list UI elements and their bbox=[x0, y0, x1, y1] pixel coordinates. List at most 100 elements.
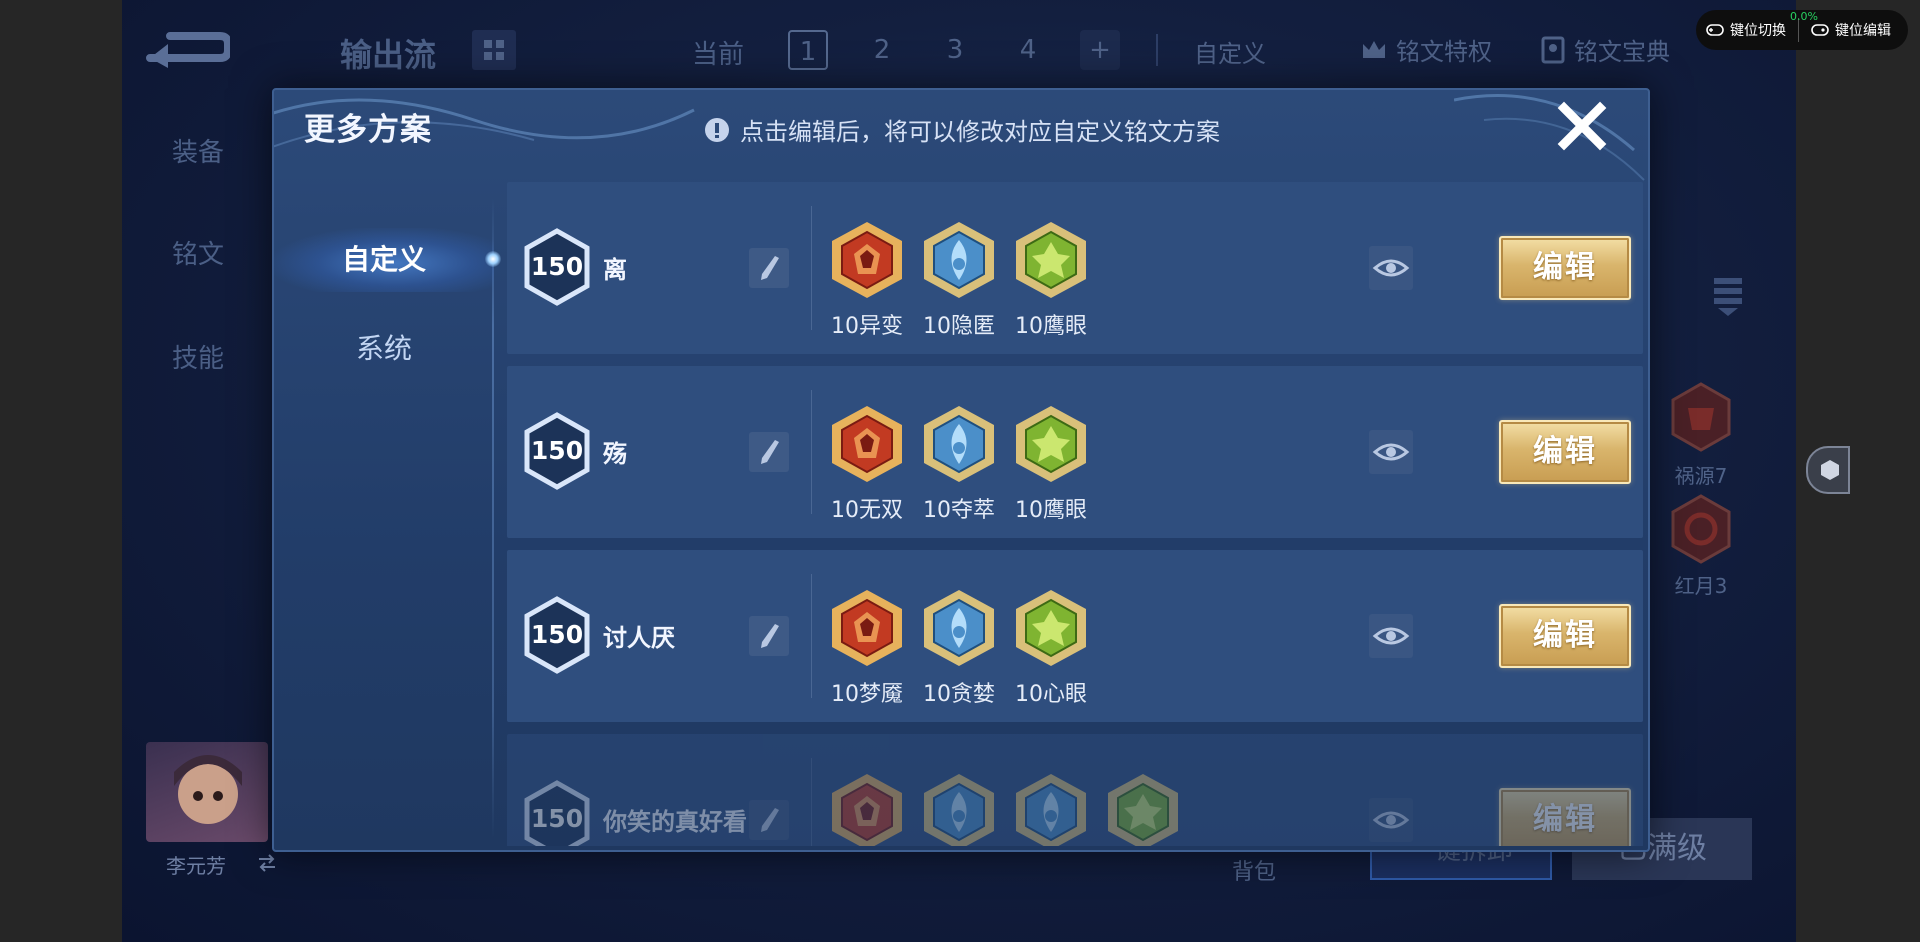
rune-label: 10鹰眼 bbox=[1015, 498, 1087, 523]
tab-system[interactable]: 系统 bbox=[274, 324, 494, 374]
crown-icon bbox=[1363, 40, 1385, 58]
key-switch-button[interactable]: 键位切换 bbox=[1706, 20, 1786, 40]
rune-blue-icon[interactable] bbox=[922, 588, 996, 668]
rune-label: 10梦魇 bbox=[831, 682, 903, 707]
plan-level: 150 bbox=[530, 620, 584, 649]
page-tab-2[interactable]: 2 bbox=[862, 30, 902, 70]
rune-label: 10异变 bbox=[831, 314, 903, 339]
preview-eye-icon[interactable] bbox=[1369, 614, 1413, 658]
side-menu-skills[interactable]: 技能 bbox=[172, 338, 224, 375]
tab-active-indicator bbox=[485, 251, 501, 267]
fps-percent: 0.0% bbox=[1790, 10, 1818, 23]
rune-label: 10心眼 bbox=[1015, 682, 1087, 707]
rune-green-icon[interactable] bbox=[1014, 588, 1088, 668]
rune-green-icon[interactable] bbox=[1014, 220, 1088, 300]
plan-name: 讨人厌 bbox=[603, 624, 675, 652]
edit-button[interactable]: 编辑 bbox=[1499, 788, 1631, 846]
float-assist-button[interactable] bbox=[1806, 446, 1850, 494]
rename-pen-icon[interactable] bbox=[749, 800, 789, 840]
rune-red-icon[interactable] bbox=[830, 772, 904, 846]
book-icon bbox=[1541, 36, 1565, 63]
grid-menu-icon[interactable] bbox=[472, 30, 516, 70]
rune-privilege-label: 铭文特权 bbox=[1396, 38, 1492, 66]
side-rune-red-1[interactable] bbox=[1670, 382, 1732, 452]
plan-name: 殇 bbox=[603, 440, 627, 468]
rune-green-icon[interactable] bbox=[1014, 404, 1088, 484]
hint-text: 点击编辑后，将可以修改对应自定义铭文方案 bbox=[740, 118, 1220, 146]
rune-label: 10隐匿 bbox=[923, 314, 995, 339]
hero-name: 李元芳 bbox=[166, 854, 226, 878]
key-edit-label: 键位编辑 bbox=[1835, 23, 1891, 39]
nav-divider bbox=[1156, 34, 1158, 66]
plan-list[interactable]: 150 离 10异变 10隐匿 10鹰眼 编辑 150 殇 10无双 10夺萃 10鹰眼 编辑 150 讨… bbox=[507, 182, 1643, 846]
preview-eye-icon[interactable] bbox=[1369, 430, 1413, 474]
rune-label: 10夺萃 bbox=[923, 498, 995, 523]
dialog-title: 更多方案 bbox=[304, 112, 432, 148]
side-menu-equipment[interactable]: 装备 bbox=[172, 132, 224, 169]
bag-label[interactable]: 背包 bbox=[1232, 854, 1276, 886]
hero-build-title: 输出流 bbox=[340, 36, 437, 74]
bg-custom-label: 自定义 bbox=[1194, 40, 1266, 68]
row-divider bbox=[811, 390, 812, 514]
gamepad-edit-icon bbox=[1811, 24, 1829, 36]
rune-blue-icon[interactable] bbox=[922, 772, 996, 846]
plan-name: 离 bbox=[603, 256, 627, 284]
more-plans-dialog: 更多方案 点击编辑后，将可以修改对应自定义铭文方案 自定义 系统 150 离 10异… bbox=[272, 88, 1650, 852]
current-label: 当前 bbox=[692, 40, 745, 70]
rune-handbook-label: 铭文宝典 bbox=[1574, 38, 1670, 66]
hero-avatar[interactable] bbox=[146, 742, 268, 842]
plan-level: 150 bbox=[530, 804, 584, 833]
key-switch-label: 键位切换 bbox=[1730, 23, 1786, 39]
bg-custom-button[interactable]: 自定义 bbox=[1194, 34, 1266, 69]
page-tab-3[interactable]: 3 bbox=[935, 30, 975, 70]
plan-row[interactable]: 150 讨人厌 10梦魇 10贪婪 10心眼 编辑 bbox=[507, 550, 1643, 722]
preview-eye-icon[interactable] bbox=[1369, 798, 1413, 842]
plan-level: 150 bbox=[530, 252, 584, 281]
rune-privilege-button[interactable]: 铭文特权 bbox=[1360, 32, 1492, 67]
side-rune-red-2[interactable] bbox=[1670, 494, 1732, 564]
key-mapping-toolbar: 键位切换 0.0% 键位编辑 bbox=[1696, 10, 1908, 50]
tab-divider bbox=[492, 198, 494, 838]
dialog-hint: 点击编辑后，将可以修改对应自定义铭文方案 bbox=[704, 112, 1220, 147]
preview-eye-icon[interactable] bbox=[1369, 246, 1413, 290]
rune-label: 10无双 bbox=[831, 498, 903, 523]
row-divider bbox=[811, 758, 812, 846]
tab-custom[interactable]: 自定义 bbox=[274, 228, 494, 292]
back-arrow-icon[interactable] bbox=[140, 28, 230, 72]
add-page-button[interactable]: + bbox=[1080, 30, 1120, 70]
edit-button[interactable]: 编辑 bbox=[1499, 604, 1631, 668]
rune-red-icon[interactable] bbox=[830, 220, 904, 300]
row-divider bbox=[811, 574, 812, 698]
page-tab-4[interactable]: 4 bbox=[1008, 30, 1048, 70]
rune-label: 10鹰眼 bbox=[1015, 314, 1087, 339]
edit-button[interactable]: 编辑 bbox=[1499, 420, 1631, 484]
rune-green-icon[interactable] bbox=[1106, 772, 1180, 846]
side-rune-label-1: 祸源7 bbox=[1674, 464, 1728, 488]
edit-button[interactable]: 编辑 bbox=[1499, 236, 1631, 300]
swap-icon[interactable] bbox=[256, 852, 278, 874]
rune-blue-icon[interactable] bbox=[922, 220, 996, 300]
side-menu-runes[interactable]: 铭文 bbox=[172, 234, 224, 271]
decor-swirl-right bbox=[1454, 94, 1645, 181]
key-edit-button[interactable]: 键位编辑 bbox=[1811, 20, 1891, 40]
rename-pen-icon[interactable] bbox=[749, 432, 789, 472]
plan-row[interactable]: 150 殇 10无双 10夺萃 10鹰眼 编辑 bbox=[507, 366, 1643, 538]
gamepad-icon bbox=[1706, 24, 1724, 36]
rune-red-icon[interactable] bbox=[830, 404, 904, 484]
left-letterbox bbox=[0, 0, 122, 942]
plan-row[interactable]: 150 离 10异变 10隐匿 10鹰眼 编辑 bbox=[507, 182, 1643, 354]
rune-blue-icon[interactable] bbox=[922, 404, 996, 484]
rune-blue-icon[interactable] bbox=[1014, 772, 1088, 846]
side-rune-label-2: 红月3 bbox=[1674, 574, 1728, 598]
rune-handbook-button[interactable]: 铭文宝典 bbox=[1540, 32, 1670, 67]
info-icon bbox=[705, 117, 729, 142]
list-toggle-icon[interactable] bbox=[1710, 274, 1746, 318]
rename-pen-icon[interactable] bbox=[749, 616, 789, 656]
plan-row[interactable]: 150 你笑的真好看 编辑 bbox=[507, 734, 1643, 846]
rune-red-icon[interactable] bbox=[830, 588, 904, 668]
rename-pen-icon[interactable] bbox=[749, 248, 789, 288]
page-tab-1[interactable]: 1 bbox=[788, 30, 828, 70]
rune-label: 10贪婪 bbox=[923, 682, 995, 707]
row-divider bbox=[811, 206, 812, 330]
close-icon[interactable] bbox=[1556, 100, 1608, 152]
